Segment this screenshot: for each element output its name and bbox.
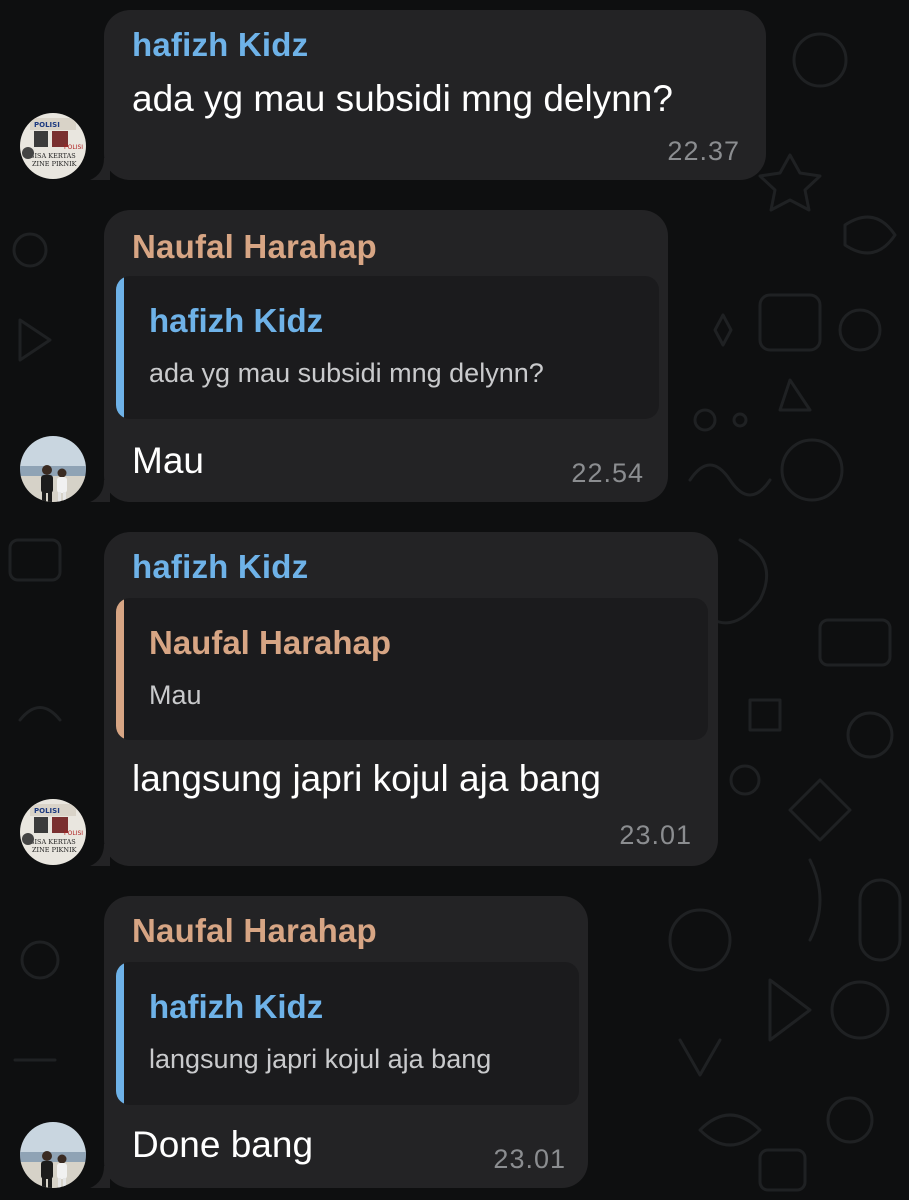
message-text: Mau xyxy=(132,440,204,481)
quoted-message[interactable]: Naufal Harahap Mau xyxy=(116,598,708,740)
message-timestamp: 22.37 xyxy=(667,136,740,166)
quoted-sender-name: hafizh Kidz xyxy=(149,302,324,339)
message-timestamp: 23.01 xyxy=(619,820,692,850)
chat-messages: POLISI POLISI SISA KERTAS ZINE PIKNIK ha… xyxy=(0,0,909,1200)
message-bubble[interactable]: hafizh Kidz Naufal Harahap Mau langsung … xyxy=(90,532,718,866)
message-text: Done bang xyxy=(132,1124,314,1165)
bubble-tail xyxy=(90,1166,110,1188)
bubble-tail xyxy=(90,480,110,502)
quote-accent-bar xyxy=(116,276,124,419)
sender-name[interactable]: hafizh Kidz xyxy=(132,26,308,64)
avatar-hafizh[interactable]: POLISI POLISI SISA KERTAS ZINE PIKNIK xyxy=(20,799,86,865)
avatar-hafizh-image: POLISI POLISI SISA KERTAS ZINE PIKNIK xyxy=(20,113,86,179)
quoted-text: ada yg mau subsidi mng delynn? xyxy=(149,358,544,388)
quoted-message[interactable]: hafizh Kidz langsung japri kojul aja ban… xyxy=(116,962,579,1105)
bubble-tail xyxy=(90,158,110,180)
avatar-naufal[interactable] xyxy=(20,1122,86,1188)
sender-name[interactable]: Naufal Harahap xyxy=(132,228,377,266)
avatar-hafizh-image: POLISI POLISI SISA KERTAS ZINE PIKNIK xyxy=(20,799,86,865)
svg-text:POLISI: POLISI xyxy=(64,830,83,837)
message-text: ada yg mau subsidi mng delynn? xyxy=(132,78,673,119)
quoted-sender-name: Naufal Harahap xyxy=(149,624,392,661)
svg-text:SISA KERTAS: SISA KERTAS xyxy=(30,152,76,160)
message-timestamp: 23.01 xyxy=(493,1144,566,1174)
svg-text:POLISI: POLISI xyxy=(34,121,60,129)
quoted-text: langsung japri kojul aja bang xyxy=(149,1044,492,1074)
avatar-naufal-image xyxy=(20,436,86,502)
quoted-sender-name: hafizh Kidz xyxy=(149,988,324,1025)
avatar-hafizh[interactable]: POLISI POLISI SISA KERTAS ZINE PIKNIK xyxy=(20,113,86,179)
sender-name[interactable]: hafizh Kidz xyxy=(132,548,308,586)
bubble-tail xyxy=(90,844,110,866)
svg-text:SISA KERTAS: SISA KERTAS xyxy=(30,838,76,846)
avatar-naufal[interactable] xyxy=(20,436,86,502)
quote-accent-bar xyxy=(116,962,124,1105)
svg-text:POLISI: POLISI xyxy=(64,144,83,151)
sender-name[interactable]: Naufal Harahap xyxy=(132,912,377,950)
message-bubble[interactable]: hafizh Kidz ada yg mau subsidi mng delyn… xyxy=(90,10,766,180)
quoted-message[interactable]: hafizh Kidz ada yg mau subsidi mng delyn… xyxy=(116,276,659,419)
quote-accent-bar xyxy=(116,598,124,740)
message-timestamp: 22.54 xyxy=(571,458,644,488)
svg-text:ZINE PIKNIK: ZINE PIKNIK xyxy=(32,160,77,168)
quoted-text: Mau xyxy=(149,680,202,710)
message-bubble[interactable]: Naufal Harahap hafizh Kidz langsung japr… xyxy=(90,896,588,1188)
avatar-naufal-image xyxy=(20,1122,86,1188)
svg-text:ZINE PIKNIK: ZINE PIKNIK xyxy=(32,846,77,854)
message-bubble[interactable]: Naufal Harahap hafizh Kidz ada yg mau su… xyxy=(90,210,668,502)
svg-text:POLISI: POLISI xyxy=(34,807,60,815)
message-text: langsung japri kojul aja bang xyxy=(132,758,602,799)
